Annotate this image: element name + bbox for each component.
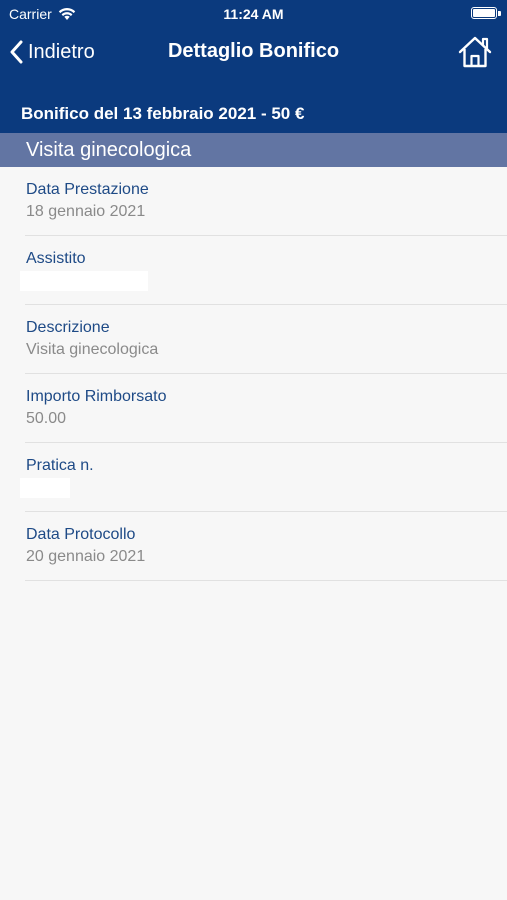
detail-label: Assistito xyxy=(26,250,86,267)
detail-row-assistito: Assistito xyxy=(20,236,507,305)
detail-value: 50.00 xyxy=(26,410,67,427)
page-title: Dettaglio Bonifico xyxy=(167,40,340,62)
detail-value: 18 gennaio 2021 xyxy=(26,203,146,220)
redacted-value xyxy=(20,271,148,291)
header: Carrier 11:24 AM Indietro Dettaglio Boni… xyxy=(0,0,507,133)
detail-value: 20 gennaio 2021 xyxy=(26,548,146,565)
detail-label: Importo Rimborsato xyxy=(26,388,167,405)
detail-value: Visita ginecologica xyxy=(26,341,159,358)
detail-label: Descrizione xyxy=(26,319,110,336)
detail-row-descrizione: Descrizione Visita ginecologica xyxy=(25,305,507,374)
battery-icon xyxy=(471,7,497,19)
home-icon xyxy=(458,36,492,68)
detail-label: Pratica n. xyxy=(26,457,94,474)
section-header: Visita ginecologica xyxy=(0,133,507,167)
home-button[interactable] xyxy=(457,34,493,70)
navbar: Indietro Dettaglio Bonifico xyxy=(0,28,507,78)
detail-row-pratica: Pratica n. xyxy=(20,443,507,512)
redacted-value xyxy=(20,478,70,498)
detail-list: Data Prestazione 18 gennaio 2021 Assisti… xyxy=(0,167,507,581)
status-bar: Carrier 11:24 AM xyxy=(0,0,507,28)
detail-row-data-protocollo: Data Protocollo 20 gennaio 2021 xyxy=(25,512,507,581)
status-time: 11:24 AM xyxy=(223,6,284,22)
detail-label: Data Prestazione xyxy=(26,181,149,198)
detail-row-data-prestazione: Data Prestazione 18 gennaio 2021 xyxy=(25,167,507,236)
detail-row-importo: Importo Rimborsato 50.00 xyxy=(25,374,507,443)
battery-tip xyxy=(498,11,501,16)
detail-label: Data Protocollo xyxy=(26,526,136,543)
transfer-title: Bonifico del 13 febbraio 2021 - 50 € xyxy=(21,104,305,123)
